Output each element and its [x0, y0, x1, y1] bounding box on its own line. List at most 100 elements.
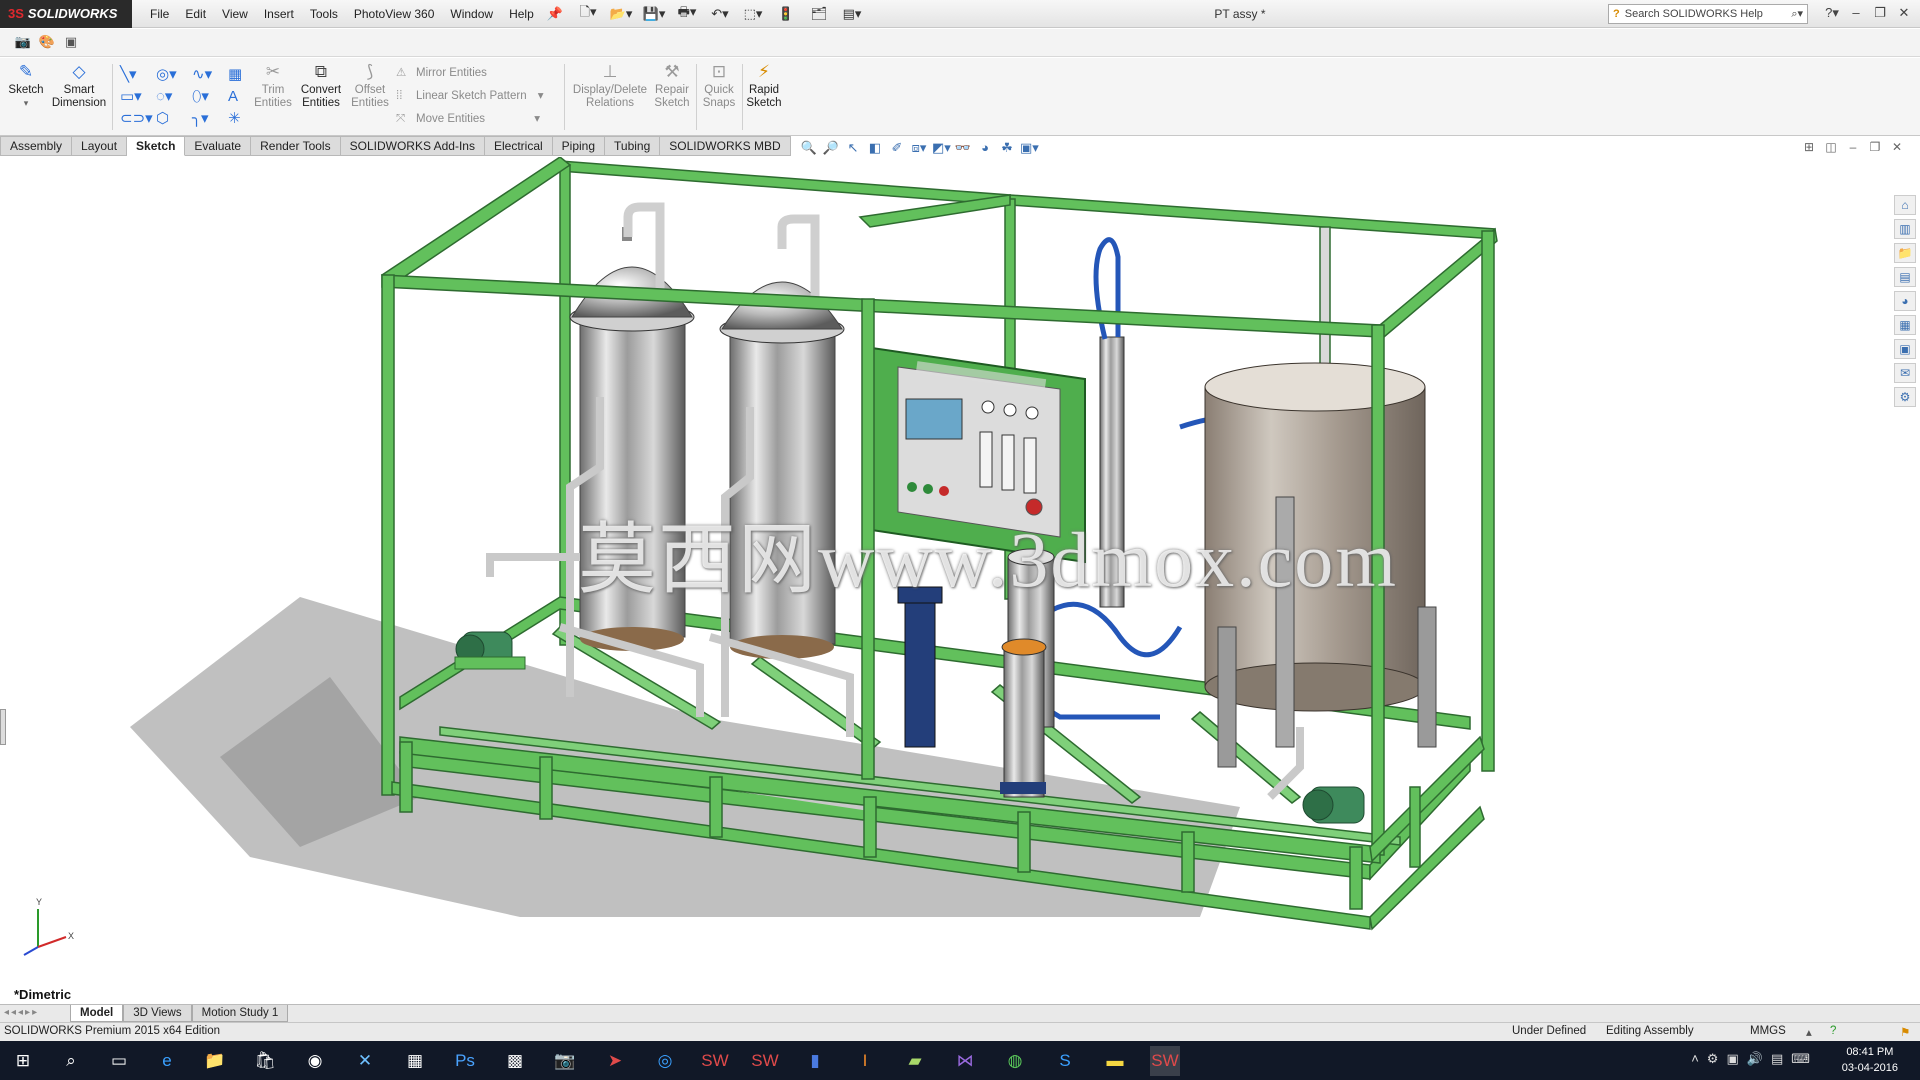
spline-icon[interactable]: ∿▾ [186, 64, 222, 86]
arc-icon[interactable]: ◌▾ [150, 86, 186, 108]
rapid-sketch-button[interactable]: ⚡ Rapid Sketch [746, 62, 782, 110]
circle-icon[interactable]: ◎▾ [150, 64, 186, 86]
app-icon-globe[interactable]: ◍ [1000, 1046, 1030, 1076]
units-dropdown-icon[interactable]: ▴ [1806, 1025, 1812, 1039]
solidworks-2015-icon-b[interactable]: SW [750, 1046, 780, 1076]
zoom-to-area-icon[interactable]: 🔎 [822, 139, 840, 157]
skype-icon[interactable]: S [1050, 1046, 1080, 1076]
smart-dimension-button[interactable]: ◇ Smart Dimension [50, 62, 108, 110]
help-dropdown-icon[interactable]: ?▾ [1822, 3, 1842, 23]
folder-icon[interactable]: ▬ [1100, 1046, 1130, 1076]
tab-evaluate[interactable]: Evaluate [185, 136, 252, 156]
app-icon-i[interactable]: I [850, 1046, 880, 1076]
notes-icon[interactable]: ▰ [900, 1046, 930, 1076]
help-search-box[interactable]: ? Search SOLIDWORKS Help ⌕▾ [1608, 4, 1808, 24]
sketch-button[interactable]: ✎ Sketch ▾ [6, 62, 46, 110]
tab-electrical[interactable]: Electrical [484, 136, 553, 156]
menu-tools[interactable]: Tools [302, 0, 346, 28]
zoom-to-fit-icon[interactable]: 🔍 [800, 139, 818, 157]
menu-window[interactable]: Window [442, 0, 501, 28]
graphics-area[interactable]: Y X 莫西网www.3dmox.com *Dimetric [0, 157, 1892, 1004]
display-style-icon[interactable]: ◩▾ [932, 139, 951, 157]
tab-tubing[interactable]: Tubing [605, 136, 661, 156]
menu-edit[interactable]: Edit [177, 0, 214, 28]
minimize-icon[interactable]: – [1846, 3, 1866, 23]
section-view-icon[interactable]: ◧ [866, 139, 884, 157]
store-icon[interactable]: 🛍 [250, 1046, 280, 1076]
offset-entities-button[interactable]: ⟆ Offset Entities [348, 62, 392, 110]
forum-icon[interactable]: ✉ [1894, 363, 1916, 383]
app-icon-grid[interactable]: ▩ [500, 1046, 530, 1076]
line-icon[interactable]: ╲▾ [114, 64, 150, 86]
edge-icon[interactable]: e [152, 1046, 182, 1076]
tab-assembly[interactable]: Assembly [0, 136, 73, 156]
open-icon[interactable]: 📂▾ [606, 4, 636, 24]
save-icon[interactable]: 💾▾ [639, 4, 669, 24]
rebuild-icon[interactable]: 🚦 [771, 4, 801, 24]
render-icon[interactable]: 🎨 [38, 34, 56, 52]
tab-render-tools[interactable]: Render Tools [251, 136, 341, 156]
file-explorer-icon[interactable]: 📁 [200, 1046, 230, 1076]
undo-icon[interactable]: ↶▾ [705, 4, 735, 24]
dynamic-annotation-icon[interactable]: ✐ [888, 139, 906, 157]
ellipse-icon[interactable]: ⬯▾ [186, 86, 222, 108]
display-delete-relations-button[interactable]: ⊥ Display/Delete Relations [570, 62, 650, 110]
photoshop-icon[interactable]: Ps [450, 1046, 480, 1076]
menu-file[interactable]: File [142, 0, 177, 28]
camera-app-icon[interactable]: 📷 [550, 1046, 580, 1076]
tab-model[interactable]: Model [70, 1005, 124, 1022]
toolbox-icon[interactable]: ⚙ [1894, 387, 1916, 407]
taskbar-clock[interactable]: 08:41 PM 03-04-2016 [1842, 1044, 1898, 1076]
select-icon[interactable]: ⬚▾ [738, 4, 768, 24]
document-app-icon[interactable]: ▮ [800, 1046, 830, 1076]
app-icon-x[interactable]: ✕ [350, 1046, 380, 1076]
start-icon[interactable]: ⊞ [8, 1046, 38, 1076]
tab-3d-views[interactable]: 3D Views [123, 1005, 192, 1022]
chrome-icon[interactable]: ◉ [300, 1046, 330, 1076]
custom-properties-icon[interactable]: ▣ [1894, 339, 1916, 359]
viewport-restore-icon[interactable]: ❐ [1868, 140, 1882, 154]
tray-expand-icon[interactable]: ˄ [1691, 1051, 1699, 1067]
feature-tree-handle[interactable] [0, 709, 6, 745]
tab-layout[interactable]: Layout [72, 136, 128, 156]
menu-insert[interactable]: Insert [256, 0, 302, 28]
slot-icon[interactable]: ⊂⊃▾ [114, 108, 153, 130]
convert-entities-button[interactable]: ⧉ Convert Entities [298, 62, 344, 110]
file-explorer-icon[interactable]: ▤ [1894, 267, 1916, 287]
file-properties-icon[interactable]: 🗂 [804, 4, 834, 24]
linear-pattern-button[interactable]: ⁞⁞ Linear Sketch Pattern ▾ [396, 85, 544, 108]
solidworks-active-icon[interactable]: SW [1150, 1046, 1180, 1076]
menu-view[interactable]: View [214, 0, 256, 28]
fillet-icon[interactable]: ╮▾ [186, 108, 222, 130]
view-palette-icon[interactable]: ▦ [1894, 315, 1916, 335]
menu-photoview[interactable]: PhotoView 360 [346, 0, 443, 28]
move-entities-button[interactable]: ⤧ Move Entities ▾ [396, 108, 544, 131]
tray-app-icon[interactable]: ⚙ [1707, 1051, 1719, 1067]
resources-icon[interactable]: ▥ [1894, 219, 1916, 239]
rectangle-icon[interactable]: ▭▾ [114, 86, 150, 108]
trim-entities-button[interactable]: ✂ Trim Entities [252, 62, 294, 110]
task-view-icon[interactable]: ▭ [104, 1046, 134, 1076]
tab-mbd[interactable]: SOLIDWORKS MBD [660, 136, 791, 156]
viewport-minimize-icon[interactable]: – [1846, 140, 1860, 154]
tab-motion-study[interactable]: Motion Study 1 [191, 1005, 289, 1022]
view-settings-icon[interactable]: ▣▾ [1020, 139, 1039, 157]
point-icon[interactable]: ✳ [222, 108, 258, 130]
appearances-icon[interactable]: ◕ [1894, 291, 1916, 311]
scene-icon[interactable]: ☘▾ [998, 139, 1016, 173]
visual-studio-icon[interactable]: ⋈ [950, 1046, 980, 1076]
view-orientation-icon[interactable]: ⧈▾ [910, 139, 928, 157]
volume-icon[interactable]: 🔊 [1747, 1051, 1763, 1067]
menu-help[interactable]: Help [501, 0, 542, 28]
units-selector[interactable]: MMGS [1750, 1025, 1786, 1037]
tab-scroll-arrows[interactable]: ◂◂◂▸▸ [4, 1007, 39, 1018]
viewport-close-icon[interactable]: ✕ [1890, 140, 1904, 154]
search-icon[interactable]: ⌕ [56, 1046, 86, 1076]
close-icon[interactable]: ✕ [1894, 3, 1914, 23]
appearance-icon[interactable]: ◕ [976, 139, 994, 157]
tile-icon[interactable]: ⊞ [1802, 140, 1816, 154]
home-icon[interactable]: ⌂ [1894, 195, 1916, 215]
mirror-entities-button[interactable]: ⚠ Mirror Entities [396, 62, 544, 85]
network-icon[interactable]: ▣ [1726, 1051, 1738, 1067]
previous-view-icon[interactable]: ↖ [844, 139, 862, 157]
